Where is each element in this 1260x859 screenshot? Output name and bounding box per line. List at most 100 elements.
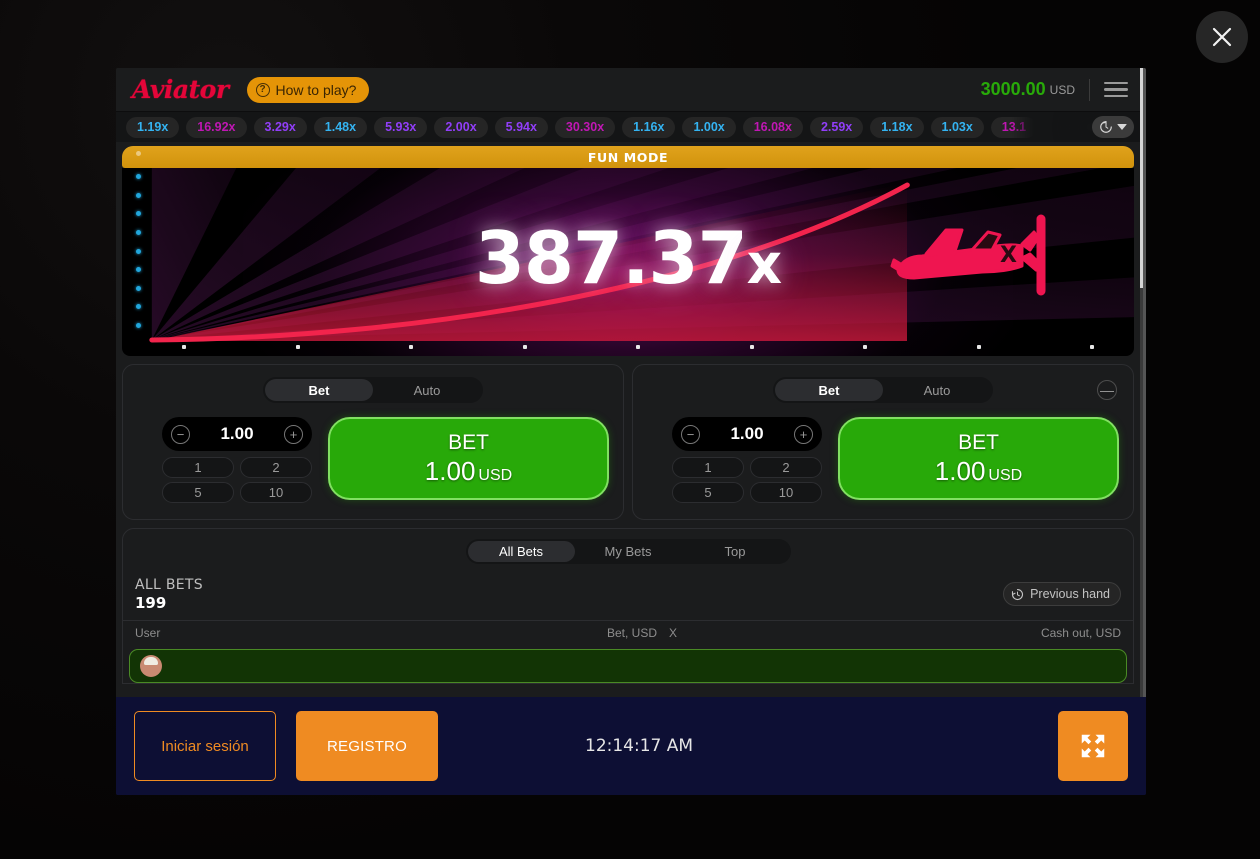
question-mark-icon: ? — [255, 82, 270, 97]
quick-amount[interactable]: 10 — [750, 482, 822, 503]
multiplier-value: 387.37 — [474, 216, 748, 300]
multiplier-history-bar: 1.19x 16.92x 3.29x 1.48x 5.93x 2.00x 5.94x 30.3… — [116, 112, 1140, 142]
multiplier-chip[interactable]: 5.94x — [494, 116, 548, 138]
quick-amounts: 1 2 5 10 — [672, 457, 822, 503]
bet-button-currency: USD — [988, 466, 1023, 484]
quick-amount[interactable]: 2 — [240, 457, 312, 478]
quantity-stepper: − 1.00 + — [162, 417, 312, 451]
divider — [1089, 78, 1090, 101]
plus-circle-icon[interactable]: + — [794, 424, 813, 444]
clock-history-icon — [1100, 121, 1112, 133]
game-canvas: 387.37x X — [122, 168, 1134, 356]
quick-amount[interactable]: 1 — [672, 457, 744, 478]
quantity-stepper: − 1.00 + — [672, 417, 822, 451]
quick-amount[interactable]: 5 — [672, 482, 744, 503]
tab-auto[interactable]: Auto — [373, 379, 481, 401]
quick-amount[interactable]: 10 — [240, 482, 312, 503]
bet-panel-body: − 1.00 + 1 2 5 10 BET 1.00 USD — [647, 417, 1119, 503]
bet-panel: Bet Auto − 1.00 + 1 2 5 10 BET 1.00 USD — [122, 364, 624, 520]
multiplier-chip[interactable]: 1.18x — [870, 116, 924, 138]
all-bets-header: ALL BETS 199 Previous hand — [123, 576, 1133, 620]
x-axis-ticks — [182, 345, 1094, 349]
tab-all-bets[interactable]: All Bets — [467, 541, 575, 562]
close-button[interactable] — [1196, 11, 1248, 63]
minus-circle-icon[interactable]: − — [171, 424, 190, 444]
chevron-down-icon — [1117, 124, 1127, 130]
multiplier-chip[interactable]: 2.00x — [434, 116, 488, 138]
column-cashout: Cash out, USD — [1040, 626, 1121, 640]
multiplier-chip[interactable]: 1.19x — [126, 116, 180, 138]
multiplier-chip[interactable]: 1.48x — [313, 116, 368, 138]
menu-button[interactable] — [1104, 78, 1128, 102]
header-right: 3000.00 USD — [981, 78, 1128, 102]
clock-rewind-icon — [1012, 588, 1024, 600]
multiplier-chip[interactable]: 1.16x — [622, 116, 676, 138]
game-modal: Aviator ? How to play? 3000.00 USD 1.19x… — [116, 68, 1146, 795]
multiplier-chip[interactable]: 30.30x — [554, 116, 616, 138]
game-scroll-area: Aviator ? How to play? 3000.00 USD 1.19x… — [116, 68, 1146, 697]
place-bet-button[interactable]: BET 1.00 USD — [838, 417, 1119, 500]
column-user: User — [135, 626, 161, 640]
tab-bet[interactable]: Bet — [775, 379, 883, 401]
bet-button-title: BET — [958, 430, 999, 454]
multiplier-chip[interactable]: 3.29x — [253, 116, 307, 138]
footer-bar: Iniciar sesión REGISTRO 12:14:17 AM — [116, 697, 1146, 795]
stake-controls: − 1.00 + 1 2 5 10 — [672, 417, 822, 503]
bet-button-amount: 1.00 USD — [424, 455, 513, 486]
bet-panel-body: − 1.00 + 1 2 5 10 BET 1.00 USD — [137, 417, 609, 503]
avatar — [140, 655, 162, 677]
quick-amount[interactable]: 5 — [162, 482, 234, 503]
place-bet-button[interactable]: BET 1.00 USD — [328, 417, 609, 500]
bet-mode-tabs: Bet Auto — [263, 377, 483, 403]
fun-mode-banner: FUN MODE — [122, 146, 1134, 168]
bet-button-title: BET — [448, 430, 489, 454]
bet-button-currency: USD — [478, 466, 513, 484]
quick-amount[interactable]: 1 — [162, 457, 234, 478]
stake-value: 1.00 — [730, 424, 764, 443]
stake-value: 1.00 — [220, 424, 254, 443]
fun-mode-label: FUN MODE — [587, 149, 669, 165]
tab-top[interactable]: Top — [682, 541, 789, 562]
all-bets-title: ALL BETS — [135, 577, 203, 593]
aviator-logo: Aviator — [132, 75, 229, 104]
tab-auto[interactable]: Auto — [883, 379, 991, 401]
fullscreen-button[interactable] — [1058, 711, 1128, 781]
column-x: X — [669, 626, 678, 640]
login-button[interactable]: Iniciar sesión — [134, 711, 276, 781]
multiplier-chip[interactable]: 13.1 — [990, 116, 1038, 138]
hamburger-icon — [1104, 81, 1128, 85]
multiplier-chip[interactable]: 1.03x — [930, 116, 984, 138]
bet-panel: Bet Auto — − 1.00 + 1 2 5 10 BET 1.00 US… — [632, 364, 1134, 520]
previous-hand-button[interactable]: Previous hand — [1003, 582, 1121, 606]
how-to-play-button[interactable]: ? How to play? — [246, 76, 370, 103]
history-toggle-button[interactable] — [1092, 116, 1134, 138]
multiplier-chip[interactable]: 16.92x — [186, 116, 247, 138]
fullscreen-expand-icon — [1081, 734, 1105, 758]
multiplier-chip[interactable]: 1.00x — [682, 116, 736, 138]
bets-tabs: All Bets My Bets Top — [465, 539, 791, 564]
scrollbar-thumb[interactable] — [1140, 68, 1143, 288]
table-row[interactable] — [129, 649, 1127, 683]
column-bet: Bet, USD — [606, 626, 657, 640]
scrollbar-track[interactable] — [1140, 68, 1143, 697]
multiplier-chip[interactable]: 5.93x — [374, 116, 428, 138]
minus-circle-icon[interactable]: − — [681, 424, 700, 444]
previous-hand-label: Previous hand — [1030, 587, 1110, 601]
how-to-play-label: How to play? — [275, 81, 357, 98]
close-icon — [1212, 27, 1232, 47]
balance-amount: 3000.00 — [980, 79, 1046, 99]
quick-amount[interactable]: 2 — [750, 457, 822, 478]
tab-bet[interactable]: Bet — [265, 379, 373, 401]
plus-circle-icon[interactable]: + — [284, 424, 303, 444]
svg-text:X: X — [1000, 243, 1017, 268]
tab-my-bets[interactable]: My Bets — [575, 541, 682, 562]
plane-icon: X — [890, 214, 1046, 296]
multiplier-suffix: x — [746, 232, 782, 296]
multiplier-chip[interactable]: 16.08x — [742, 116, 803, 138]
stake-controls: − 1.00 + 1 2 5 10 — [162, 417, 312, 503]
all-bets-section: All Bets My Bets Top ALL BETS 199 Previous… — [122, 528, 1134, 684]
quick-amounts: 1 2 5 10 — [162, 457, 312, 503]
register-button[interactable]: REGISTRO — [296, 711, 438, 781]
multiplier-chip[interactable]: 2.59x — [809, 116, 864, 138]
minimize-button[interactable]: — — [1097, 380, 1117, 400]
